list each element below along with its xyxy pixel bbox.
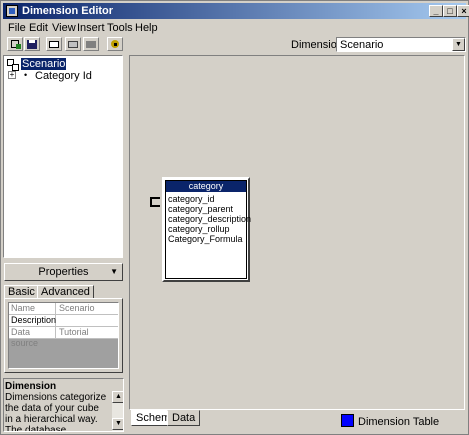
dimension-editor-window: Dimension Editor _ □ × File Edit View In… xyxy=(0,0,469,435)
legend-swatch xyxy=(341,414,354,427)
title-bar[interactable]: Dimension Editor _ □ × xyxy=(3,3,469,19)
menu-help[interactable]: Help xyxy=(135,22,158,34)
schema-icon[interactable] xyxy=(46,37,62,51)
tab-basic-label: Basic xyxy=(8,286,35,298)
properties-grid: Name Scenario Description Data source Tu… xyxy=(8,302,119,369)
tree-root-scenario[interactable]: Scenario xyxy=(21,58,67,70)
description-panel: Dimension Dimensions categorize the data… xyxy=(3,378,124,432)
tab-advanced-label: Advanced xyxy=(41,286,90,298)
description-body: Dimensions categorize the data of your c… xyxy=(5,392,107,432)
process-icon[interactable] xyxy=(107,37,123,51)
property-name: Data source xyxy=(11,327,56,348)
dimension-select[interactable]: Scenario ▼ xyxy=(336,37,466,52)
table-field[interactable]: category_rollup xyxy=(168,224,230,234)
description-title: Dimension xyxy=(5,381,57,392)
property-row[interactable]: Data source Tutorial xyxy=(9,327,118,348)
property-row[interactable]: Name Scenario xyxy=(9,303,118,315)
tree-item-category-id[interactable]: Category Id xyxy=(35,70,92,82)
property-name: Description xyxy=(11,315,57,326)
property-name: Name xyxy=(11,303,56,314)
menu-bar: File Edit View Insert Tools Help xyxy=(3,20,466,37)
properties-title: Properties xyxy=(38,266,89,278)
window-title: Dimension Editor xyxy=(22,5,114,17)
maximize-button[interactable]: □ xyxy=(443,5,457,17)
tab-data[interactable]: Data xyxy=(167,410,201,426)
dropdown-arrow-icon[interactable]: ▼ xyxy=(110,264,118,280)
tab-basic[interactable]: Basic xyxy=(4,285,39,299)
dimension-table-category[interactable]: category category_id category_parent cat… xyxy=(162,177,251,282)
app-icon xyxy=(6,5,18,17)
scroll-down-icon[interactable]: ▼ xyxy=(112,418,123,430)
table-inner: category category_id category_parent cat… xyxy=(165,180,251,279)
minimize-button[interactable]: _ xyxy=(429,5,443,17)
table-field[interactable]: Category_Formula xyxy=(168,234,243,244)
menu-insert[interactable]: Insert xyxy=(77,22,105,34)
property-value: Tutorial xyxy=(59,327,89,337)
menu-view[interactable]: View xyxy=(52,22,76,34)
menu-edit[interactable]: Edit xyxy=(29,22,48,34)
description-scrollbar[interactable]: ▲ ▼ xyxy=(112,391,123,431)
join-link xyxy=(150,197,160,207)
properties-panel: Name Scenario Description Data source Tu… xyxy=(4,298,123,373)
table-title: category xyxy=(166,181,246,192)
property-row[interactable]: Description xyxy=(9,315,118,327)
dimension-tree[interactable]: Scenario + • Category Id xyxy=(3,55,123,258)
grid-icon[interactable] xyxy=(83,37,99,51)
table-field[interactable]: category_id xyxy=(168,194,215,204)
legend-label: Dimension Table xyxy=(358,416,440,428)
expand-icon[interactable]: + xyxy=(8,71,16,79)
table-field[interactable]: category_parent xyxy=(168,204,233,214)
toolbar: Dimension: Scenario ▼ xyxy=(3,37,466,52)
bottom-bar: Schema Data Dimension Table xyxy=(129,410,465,432)
save-icon[interactable] xyxy=(24,37,40,51)
close-button[interactable]: × xyxy=(457,5,469,17)
properties-header[interactable]: Properties ▼ xyxy=(4,263,123,281)
tab-advanced[interactable]: Advanced xyxy=(37,285,94,299)
chevron-down-icon[interactable]: ▼ xyxy=(452,38,465,51)
menu-file[interactable]: File xyxy=(8,22,26,34)
tab-data-label: Data xyxy=(172,412,196,424)
dimension-wizard-icon[interactable] xyxy=(7,37,23,51)
dimension-select-value: Scenario xyxy=(340,39,384,51)
scroll-up-icon[interactable]: ▲ xyxy=(112,391,123,403)
bullet-icon: • xyxy=(24,70,28,80)
properties-tabs: Basic Advanced xyxy=(4,285,123,299)
schema-canvas[interactable]: category category_id category_parent cat… xyxy=(129,55,465,410)
table-field[interactable]: category_description xyxy=(168,214,251,224)
data-icon[interactable] xyxy=(65,37,81,51)
menu-tools[interactable]: Tools xyxy=(107,22,133,34)
property-value: Scenario xyxy=(59,303,95,313)
